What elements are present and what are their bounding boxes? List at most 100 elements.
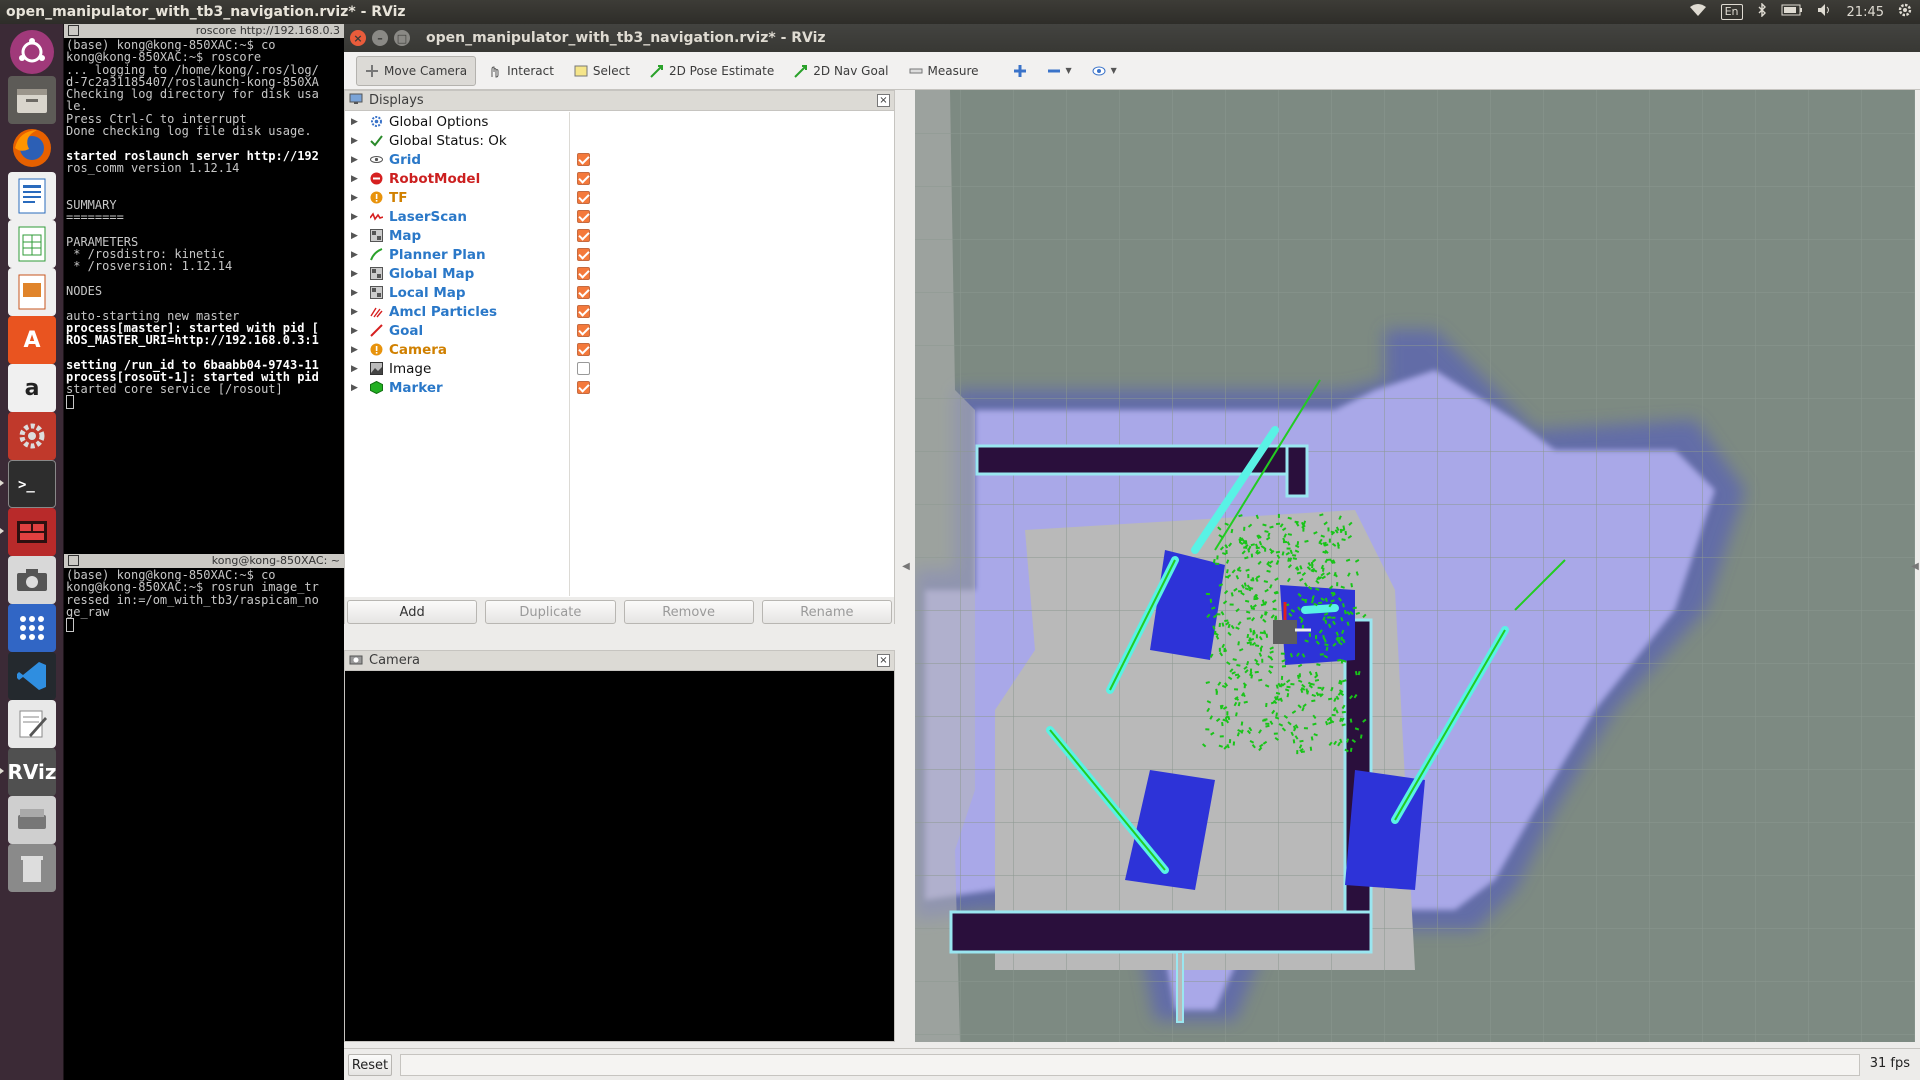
tool-2d-nav-goal[interactable]: 2D Nav Goal (786, 56, 896, 86)
display-item-marker[interactable]: ▶ Marker (345, 378, 569, 397)
bluetooth-icon[interactable] (1757, 2, 1767, 21)
terminal-title-bar[interactable]: roscore http://192.168.0.3 (64, 24, 344, 38)
display-item-local-map[interactable]: ▶ Local Map (345, 283, 569, 302)
expand-arrow-icon[interactable]: ▶ (351, 117, 363, 127)
enable-checkbox[interactable] (577, 286, 590, 299)
enable-checkbox[interactable] (577, 172, 590, 185)
enable-checkbox[interactable] (577, 229, 590, 242)
volume-icon[interactable] (1817, 3, 1833, 21)
writer-icon[interactable] (8, 172, 56, 220)
window-titlebar[interactable]: × – □ open_manipulator_with_tb3_navigati… (344, 24, 1920, 52)
terminal-split-icon[interactable] (68, 555, 79, 566)
expand-arrow-icon[interactable]: ▶ (351, 383, 363, 393)
enable-checkbox[interactable] (577, 191, 590, 204)
display-item-camera[interactable]: ▶ Camera (345, 340, 569, 359)
battery-icon[interactable] (1781, 4, 1803, 20)
display-item-laserscan[interactable]: ▶ LaserScan (345, 207, 569, 226)
enable-checkbox[interactable] (577, 153, 590, 166)
calc-icon[interactable] (8, 220, 56, 268)
dash-home-icon[interactable] (10, 30, 54, 74)
vscode-icon[interactable] (8, 652, 56, 700)
expand-arrow-icon[interactable]: ▶ (351, 174, 363, 184)
add-tool-button[interactable] (1005, 56, 1035, 86)
render-3d-view[interactable] (915, 90, 1915, 1042)
expand-arrow-icon[interactable]: ▶ (351, 155, 363, 165)
expand-arrow-icon[interactable]: ▶ (351, 231, 363, 241)
expand-arrow-icon[interactable]: ▶ (351, 288, 363, 298)
amazon-icon[interactable]: a (8, 364, 56, 412)
terminal-rosrun[interactable]: kong@kong-850XAC: ~ (base) kong@kong-850… (64, 554, 344, 1080)
rviz-icon[interactable]: RViz (7, 748, 57, 796)
close-icon[interactable]: × (877, 654, 890, 667)
tool-measure[interactable]: Measure (901, 56, 987, 86)
expand-arrow-icon[interactable]: ▶ (351, 364, 363, 374)
expand-arrow-icon[interactable]: ▶ (351, 326, 363, 336)
wifi-icon[interactable] (1689, 3, 1707, 21)
expand-arrow-icon[interactable]: ▶ (351, 345, 363, 355)
display-item-planner-plan[interactable]: ▶ Planner Plan (345, 245, 569, 264)
reset-button[interactable]: Reset (348, 1054, 392, 1076)
expand-arrow-icon[interactable]: ▶ (351, 212, 363, 222)
text-editor-icon[interactable] (8, 700, 56, 748)
tool-2d-pose-estimate[interactable]: 2D Pose Estimate (642, 56, 782, 86)
enable-checkbox[interactable] (577, 343, 590, 356)
close-icon[interactable]: × (350, 30, 366, 46)
expand-arrow-icon[interactable]: ▶ (351, 307, 363, 317)
keyboard-layout-indicator[interactable]: En (1720, 4, 1743, 20)
disk-icon[interactable] (8, 796, 56, 844)
enable-checkbox[interactable] (577, 381, 590, 394)
tool-select[interactable]: Select (566, 56, 638, 86)
enable-checkbox[interactable] (577, 305, 590, 318)
display-item-grid[interactable]: ▶ Grid (345, 150, 569, 169)
terminal-icon[interactable]: >_ (8, 460, 56, 508)
software-center-icon[interactable]: A (8, 316, 56, 364)
map-scene[interactable] (915, 90, 1915, 1042)
remove-tool-menu[interactable]: ▼ (1039, 56, 1080, 86)
display-item-goal[interactable]: ▶ Goal (345, 321, 569, 340)
clock[interactable]: 21:45 (1847, 5, 1884, 20)
display-item-global-map[interactable]: ▶ Global Map (345, 264, 569, 283)
camera-app-icon[interactable] (8, 556, 56, 604)
enable-checkbox[interactable] (577, 248, 590, 261)
display-item-global-status-ok[interactable]: ▶ Global Status: Ok (345, 131, 569, 150)
remove-display-button[interactable]: Remove (623, 600, 754, 624)
maximize-icon[interactable]: □ (394, 30, 410, 46)
terminal-split-icon[interactable] (68, 25, 79, 36)
terminal-title-bar[interactable]: kong@kong-850XAC: ~ (64, 554, 344, 568)
trash-icon[interactable] (8, 844, 56, 892)
files-icon[interactable] (8, 76, 56, 124)
minimize-icon[interactable]: – (372, 30, 388, 46)
settings-gear-icon[interactable] (1898, 3, 1912, 21)
tool-interact[interactable]: Interact (480, 56, 562, 86)
camera-panel-header[interactable]: Camera × (345, 651, 894, 671)
expand-arrow-icon[interactable]: ▶ (351, 136, 363, 146)
enable-checkbox[interactable] (577, 267, 590, 280)
impress-icon[interactable] (8, 268, 56, 316)
left-dock-collapse-handle[interactable]: ◀ (900, 90, 912, 1042)
display-item-global-options[interactable]: ▶ Global Options (345, 112, 569, 131)
display-item-map[interactable]: ▶ Map (345, 226, 569, 245)
system-settings-icon[interactable] (8, 412, 56, 460)
display-item-image[interactable]: ▶ Image (345, 359, 569, 378)
rename-display-button[interactable]: Rename (761, 600, 892, 624)
view-tool-menu[interactable]: ▼ (1084, 56, 1125, 86)
display-item-tf[interactable]: ▶ TF (345, 188, 569, 207)
display-item-robotmodel[interactable]: ▶ RobotModel (345, 169, 569, 188)
expand-arrow-icon[interactable]: ▶ (351, 193, 363, 203)
enable-checkbox[interactable] (577, 324, 590, 337)
displays-panel-header[interactable]: Displays × (345, 91, 894, 111)
close-icon[interactable]: × (877, 94, 890, 107)
tool-move-camera[interactable]: Move Camera (356, 55, 477, 86)
terminal-roscore[interactable]: roscore http://192.168.0.3 (base) kong@k… (64, 24, 344, 554)
display-item-amcl-particles[interactable]: ▶ Amcl Particles (345, 302, 569, 321)
enable-checkbox[interactable] (577, 210, 590, 223)
expand-arrow-icon[interactable]: ▶ (351, 269, 363, 279)
add-display-button[interactable]: Add (347, 600, 478, 624)
firefox-icon[interactable] (8, 124, 56, 172)
enable-checkbox[interactable] (577, 362, 590, 375)
expand-arrow-icon[interactable]: ▶ (351, 250, 363, 260)
right-dock-collapse-handle[interactable]: ◀ (1910, 90, 1920, 1042)
app-grid-icon[interactable] (8, 604, 56, 652)
duplicate-display-button[interactable]: Duplicate (485, 600, 616, 624)
terminator-icon[interactable] (8, 508, 56, 556)
